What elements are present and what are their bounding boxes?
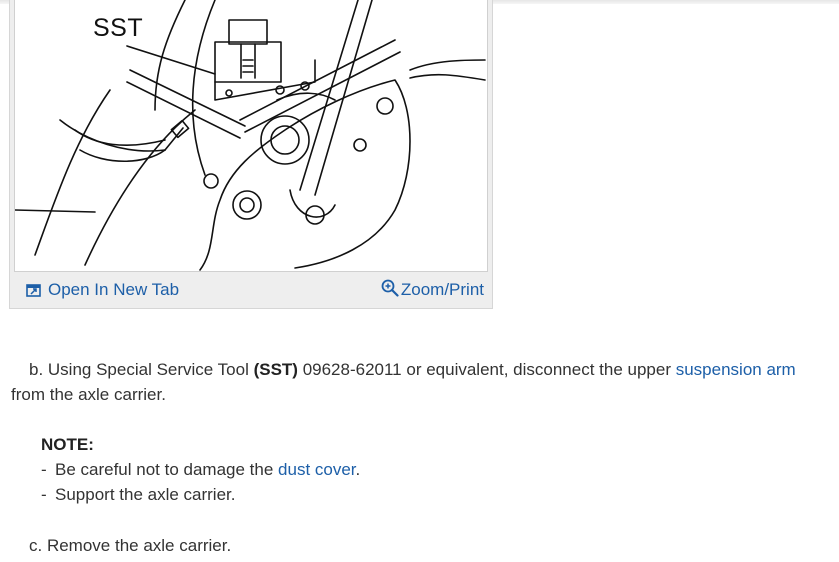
magnifier-plus-icon (381, 279, 399, 297)
step-b-paragraph: b. Using Special Service Tool (SST) 0962… (11, 357, 833, 407)
note-suffix: . (355, 460, 361, 479)
note-dash: - (41, 485, 47, 504)
diagram-image[interactable]: SST (14, 0, 488, 272)
note-dash: - (41, 460, 47, 479)
step-c-paragraph: c. Remove the axle carrier. (29, 536, 232, 555)
sst-callout-label: SST (93, 14, 144, 42)
note-item: - Support the axle carrier. (41, 482, 839, 507)
step-b-middle: 09628-62011 or equivalent, disconnect th… (297, 360, 676, 379)
dust-cover-link[interactable]: dust cover (278, 460, 356, 479)
sst-bold-term: (SST) (253, 360, 298, 379)
zoom-print-link[interactable]: Zoom/Print (381, 279, 484, 301)
note-text: Be careful not to damage the (55, 460, 279, 479)
step-b-suffix: from the axle carrier. (11, 385, 166, 404)
open-new-tab-icon (26, 284, 41, 297)
figure-panel: SST Open In New Tab Zoom/Print (9, 0, 493, 309)
axle-carrier-illustration (15, 0, 486, 271)
zoom-print-label: Zoom/Print (400, 280, 484, 299)
step-b-prefix: b. Using Special Service Tool (29, 360, 254, 379)
note-heading: NOTE: (41, 435, 94, 454)
open-new-tab-label: Open In New Tab (48, 280, 180, 299)
suspension-arm-link[interactable]: suspension arm (676, 360, 796, 379)
open-new-tab-link[interactable]: Open In New Tab (26, 279, 179, 301)
note-text: Support the axle carrier. (55, 485, 236, 504)
note-item: - Be careful not to damage the dust cover… (41, 457, 839, 482)
